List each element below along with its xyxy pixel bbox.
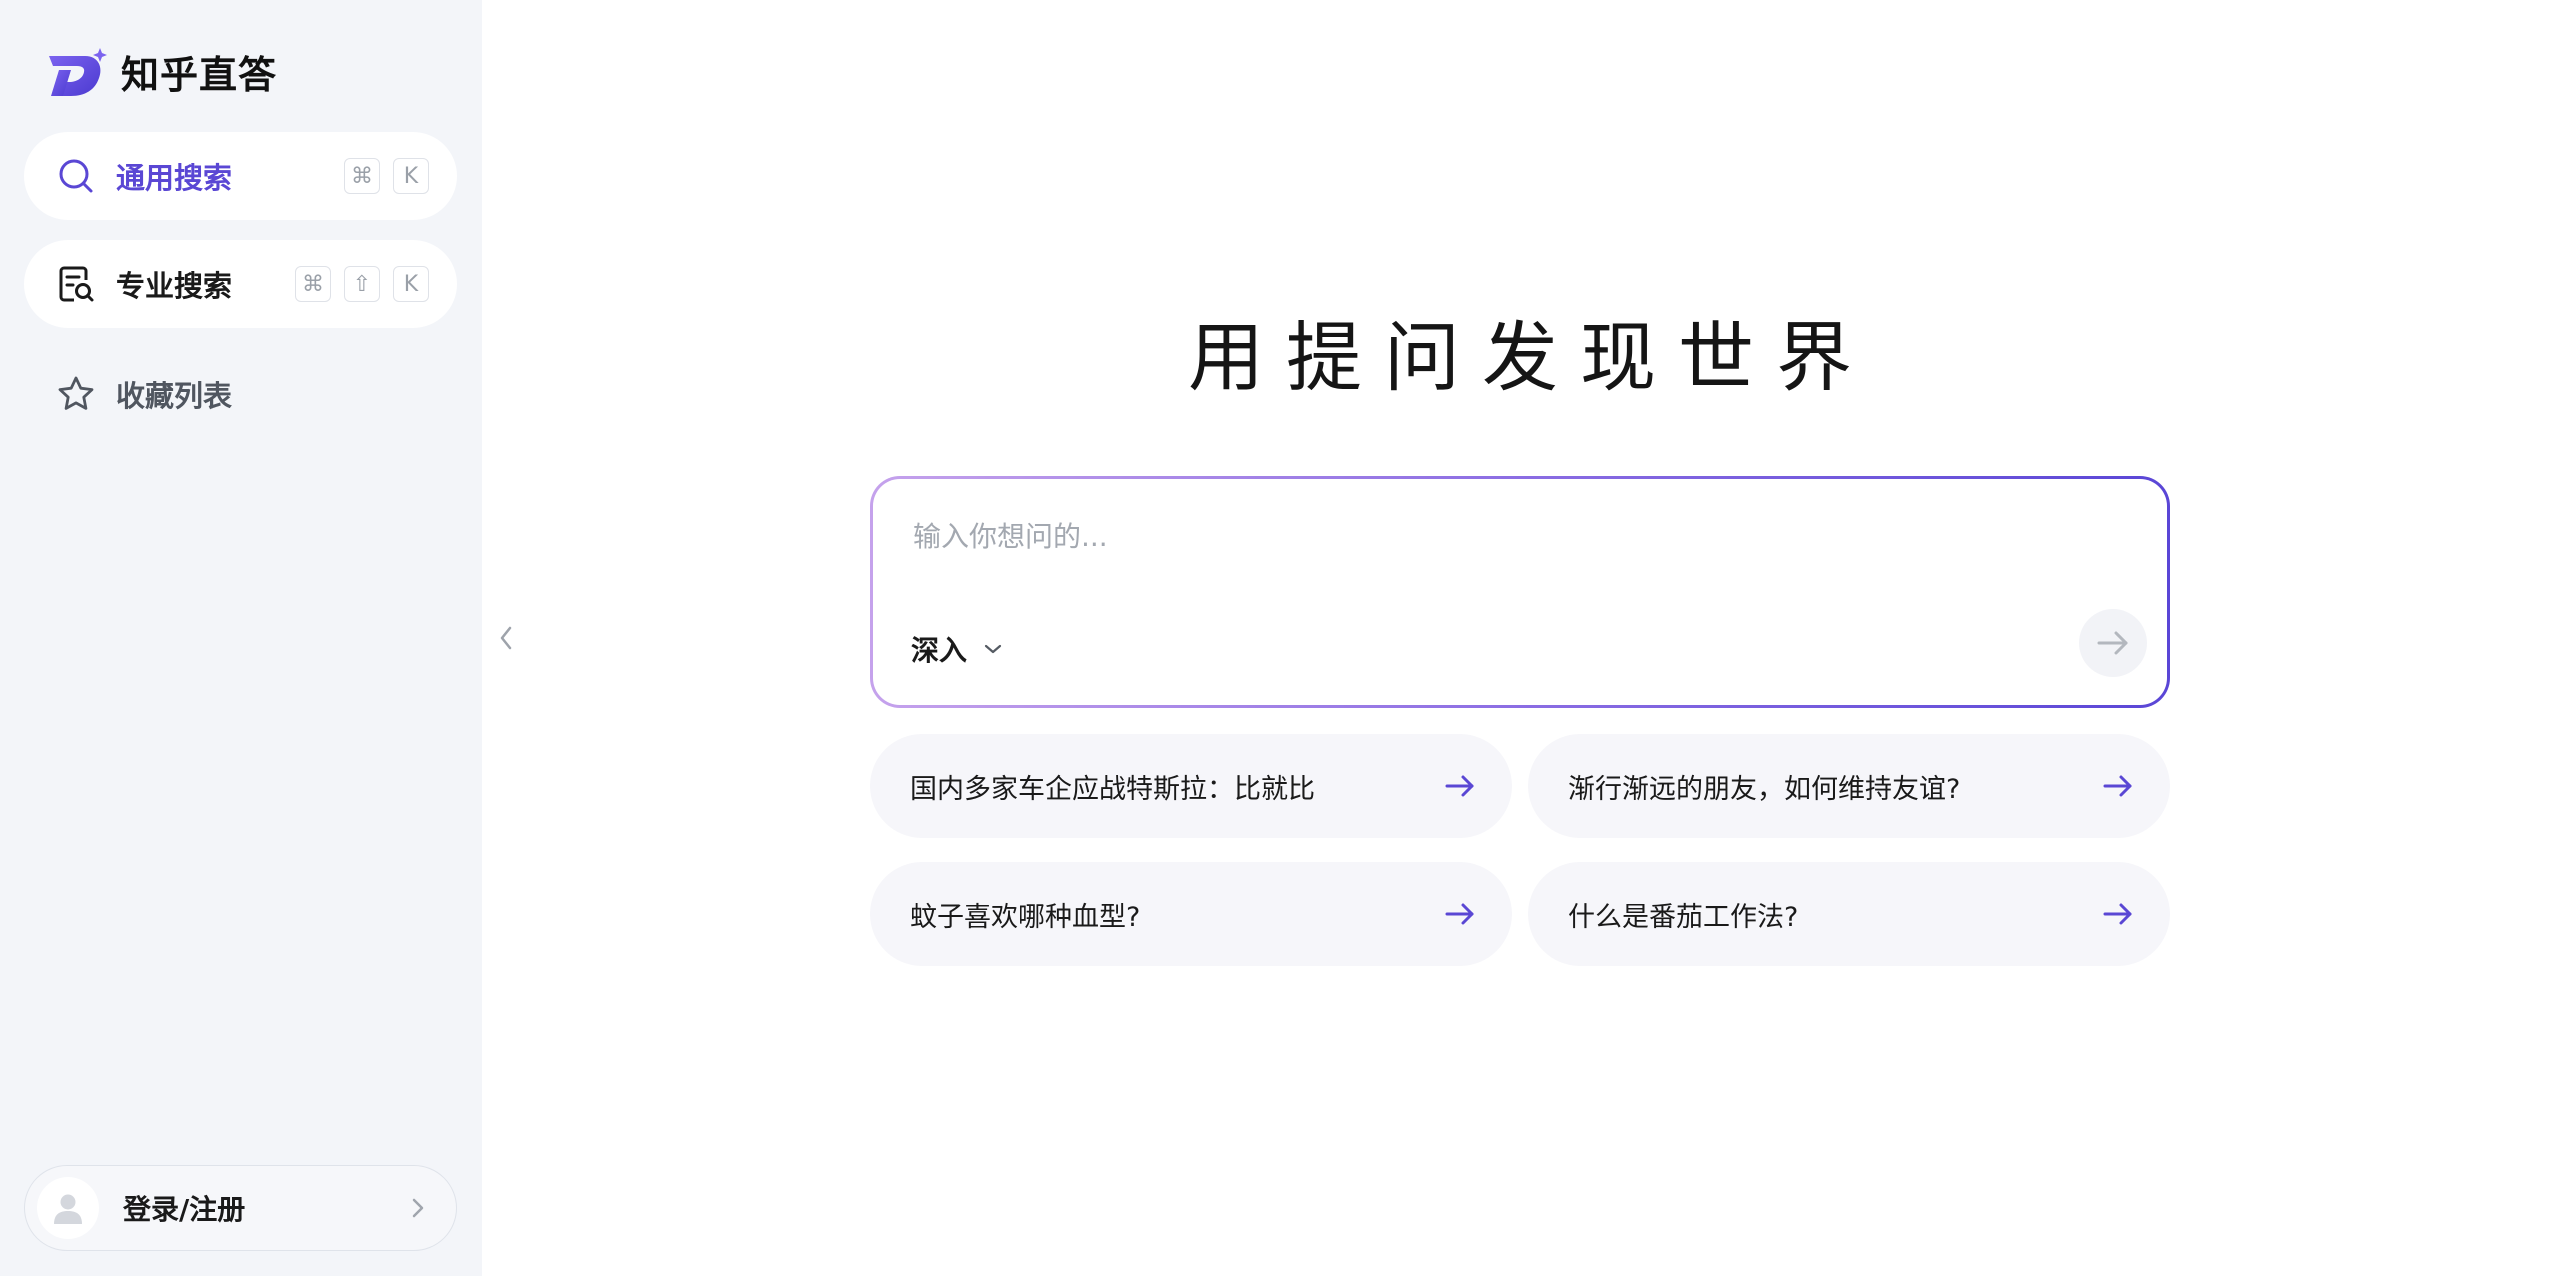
sidebar-item-general-search[interactable]: 通用搜索 ⌘ K (24, 132, 457, 220)
search-input[interactable] (911, 511, 2061, 561)
search-inner: 深入 (873, 479, 2167, 705)
login-label: 登录/注册 (123, 1193, 246, 1226)
mode-label: 深入 (911, 634, 968, 667)
user-icon (54, 1194, 82, 1224)
suggestion-text: 什么是番茄工作法? (1568, 901, 1799, 933)
search-icon (59, 159, 93, 193)
suggestion-text: 国内多家车企应战特斯拉：比就比 (910, 773, 1315, 805)
suggestion-card[interactable]: 蚊子喜欢哪种血型? (870, 862, 1512, 966)
suggestion-text: 蚊子喜欢哪种血型? (910, 901, 1141, 933)
arrow-right-icon (2103, 903, 2132, 925)
brand-name: 知乎直答 (121, 53, 278, 97)
star-icon (58, 376, 94, 410)
kbd-key: ⌘ (295, 266, 331, 302)
arrow-right-icon (1445, 775, 1474, 797)
mode-dropdown[interactable]: 深入 (911, 629, 1003, 669)
kbd-key: K (393, 158, 429, 194)
collapse-sidebar-icon[interactable] (496, 622, 516, 654)
avatar (37, 1177, 99, 1239)
kbd-key: ⇧ (344, 266, 380, 302)
arrow-right-icon (2103, 775, 2132, 797)
arrow-right-icon (2097, 631, 2128, 655)
sidebar: 知乎直答 通用搜索 ⌘ K 专业搜索 ⌘ ⇧ K 收藏列表 登录/注册 (0, 0, 482, 1276)
login-button[interactable]: 登录/注册 (24, 1165, 457, 1251)
send-button[interactable] (2079, 609, 2147, 677)
brand-logo[interactable]: 知乎直答 (45, 44, 277, 99)
sidebar-item-label: 收藏列表 (116, 379, 233, 413)
suggestion-card[interactable]: 什么是番茄工作法? (1528, 862, 2170, 966)
sidebar-item-favorites[interactable]: 收藏列表 (24, 350, 457, 438)
chevron-right-icon (412, 1198, 424, 1218)
chevron-down-icon (984, 644, 1002, 654)
kbd-key: ⌘ (344, 158, 380, 194)
sidebar-item-label: 通用搜索 (116, 161, 233, 195)
suggestion-text: 渐行渐远的朋友，如何维持友谊? (1568, 773, 1961, 805)
sidebar-item-label: 专业搜索 (116, 269, 233, 303)
kbd-key: K (393, 266, 429, 302)
search-box: 深入 (870, 476, 2170, 708)
suggestion-card[interactable]: 渐行渐远的朋友，如何维持友谊? (1528, 734, 2170, 838)
suggestion-card[interactable]: 国内多家车企应战特斯拉：比就比 (870, 734, 1512, 838)
arrow-right-icon (1445, 903, 1474, 925)
page-title: 用提问发现世界 (1188, 313, 1874, 402)
zhida-logo-icon (49, 47, 107, 96)
sidebar-item-pro-search[interactable]: 专业搜索 ⌘ ⇧ K (24, 240, 457, 328)
shortcut-hint: ⌘ ⇧ K (295, 266, 429, 302)
shortcut-hint: ⌘ K (344, 158, 429, 194)
doc-search-icon (59, 266, 94, 302)
